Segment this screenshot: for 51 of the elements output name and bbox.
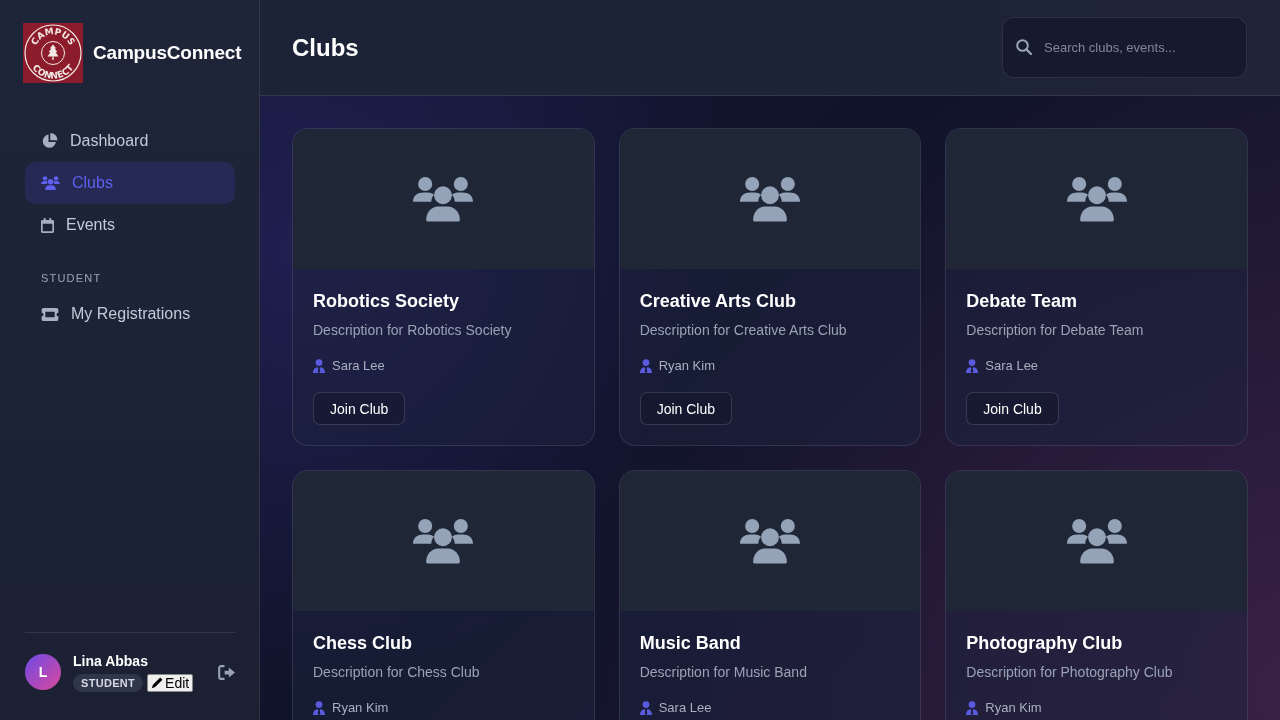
- user-tie-icon: [313, 359, 325, 373]
- brand-name: CampusConnect: [93, 42, 242, 64]
- club-description: Description for Debate Team: [966, 321, 1144, 340]
- role-badge: STUDENT: [73, 674, 144, 692]
- search-field[interactable]: Search clubs, events...: [1002, 17, 1247, 78]
- user-tie-icon: [966, 701, 979, 715]
- page-title: Clubs: [292, 33, 359, 62]
- club-leader: Ryan Kim: [658, 357, 715, 375]
- club-leader: Sara Lee: [658, 699, 712, 717]
- users-icon: [41, 176, 60, 190]
- users-icon: [740, 517, 800, 565]
- club-name: Creative Arts Club: [639, 290, 797, 312]
- users-icon: [413, 517, 474, 565]
- club-leader: Ryan Kim: [985, 699, 1042, 717]
- nav-item[interactable]: My Registrations: [25, 293, 235, 335]
- users-icon: [740, 175, 800, 223]
- club-description: Description for Photography Club: [966, 663, 1173, 682]
- user-tie-icon: [966, 359, 979, 373]
- club-name: Debate Team: [966, 290, 1078, 312]
- user-tie-icon: [639, 359, 652, 373]
- user-tie-icon: [313, 701, 325, 715]
- avatar: L: [25, 654, 61, 690]
- search-icon: [1016, 39, 1032, 55]
- pie-chart-icon: [41, 133, 58, 149]
- edit-button[interactable]: Edit: [147, 674, 194, 692]
- club-description: Description for Music Band: [639, 663, 807, 682]
- users-icon: [413, 175, 474, 223]
- club-name: Robotics Society: [313, 290, 460, 312]
- club-leader: Ryan Kim: [332, 699, 389, 717]
- nav-item[interactable]: Dashboard: [25, 120, 235, 162]
- section-heading: STUDENT: [41, 271, 103, 285]
- club-name: Chess Club: [313, 632, 413, 654]
- join-club-button[interactable]: Join Club: [313, 392, 406, 425]
- club-leader: Sara Lee: [985, 357, 1039, 375]
- users-icon: [1066, 517, 1127, 565]
- nav-item[interactable]: Events: [25, 204, 235, 246]
- ticket-icon: [41, 307, 59, 321]
- calendar-icon: [41, 217, 54, 233]
- join-club-button[interactable]: Join Club: [966, 392, 1059, 425]
- club-description: Description for Robotics Society: [313, 321, 512, 340]
- club-name: Photography Club: [966, 632, 1123, 654]
- user-name: Lina Abbas: [73, 652, 148, 670]
- club-name: Music Band: [639, 632, 741, 654]
- club-leader: Sara Lee: [332, 357, 385, 375]
- pencil-icon: [151, 677, 164, 689]
- users-icon: [1066, 175, 1127, 223]
- club-description: Description for Chess Club: [313, 663, 480, 682]
- user-tie-icon: [639, 701, 652, 715]
- club-description: Description for Creative Arts Club: [639, 321, 847, 340]
- join-club-button[interactable]: Join Club: [639, 392, 733, 425]
- logout-icon[interactable]: [218, 664, 235, 680]
